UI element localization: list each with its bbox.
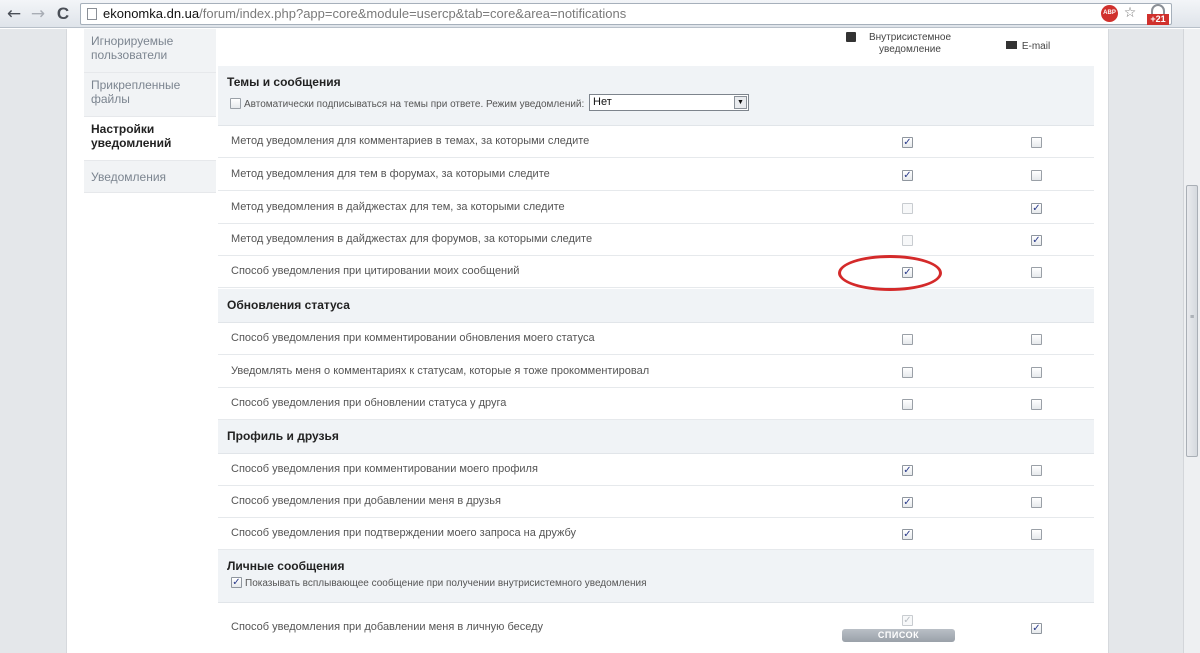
email-checkbox[interactable] — [1031, 170, 1042, 181]
row-label: Способ уведомления при добавлении меня в… — [231, 621, 544, 633]
table-row: Способ уведомления при добавлении меня в… — [218, 603, 1094, 653]
email-checkbox[interactable] — [1031, 399, 1042, 410]
table-row: Метод уведомления в дайджестах для тем, … — [218, 192, 1094, 224]
browser-toolbar: ← → C ekonomka.dn.ua/forum/index.php?app… — [0, 0, 1200, 28]
sidebar-item-label: Прикрепленные файлы — [91, 78, 181, 106]
row-label: Уведомлять меня о комментариях к статуса… — [231, 365, 650, 377]
row-label: Метод уведомления для комментариев в тем… — [231, 135, 590, 147]
section-title: Темы и сообщения — [227, 75, 341, 89]
email-checkbox[interactable] — [1031, 465, 1042, 476]
usercp-sidebar: Игнорируемые пользователи Прикрепленные … — [84, 29, 216, 193]
inline-checkbox[interactable]: ✓ — [902, 465, 913, 476]
email-checkbox[interactable] — [1031, 137, 1042, 148]
email-checkbox[interactable]: ✓ — [1031, 235, 1042, 246]
sidebar-item-label: Уведомления — [91, 170, 167, 184]
url-path: /forum/index.php?app=core&module=usercp&… — [199, 6, 627, 21]
section-private-messages: Личные сообщения ✓ Показывать всплывающее… — [218, 550, 1094, 603]
sidebar-item-notification-settings[interactable]: Настройки уведомлений — [84, 117, 216, 161]
reload-icon[interactable]: C — [52, 3, 74, 25]
email-checkbox[interactable] — [1031, 497, 1042, 508]
page-content: Игнорируемые пользователи Прикрепленные … — [66, 29, 1109, 653]
forward-arrow-icon[interactable]: → — [27, 3, 49, 25]
table-row: Способ уведомления при обновлении статус… — [218, 388, 1094, 420]
scrollbar[interactable]: ≡ — [1183, 29, 1200, 653]
star-icon[interactable]: ☆ — [1120, 3, 1140, 23]
row-label: Способ уведомления при обновлении статус… — [231, 397, 507, 409]
auto-subscribe-option: Автоматически подписываться на темы при … — [230, 98, 584, 110]
inline-checkbox[interactable]: ✓ — [902, 497, 913, 508]
table-row: Способ уведомления при комментировании о… — [218, 323, 1094, 355]
notification-mode-select[interactable]: Нет ▼ — [589, 94, 749, 111]
popup-checkbox[interactable]: ✓ — [231, 577, 242, 588]
table-row: Способ уведомления при подтверждении мое… — [218, 518, 1094, 550]
page-icon — [87, 8, 97, 20]
table-row: Способ уведомления при цитировании моих … — [218, 256, 1094, 288]
row-label: Способ уведомления при комментировании о… — [231, 332, 595, 344]
auto-subscribe-checkbox[interactable] — [230, 98, 241, 109]
inline-checkbox[interactable] — [902, 235, 913, 246]
section-title: Профиль и друзья — [227, 429, 339, 443]
extension-icon[interactable]: +21 — [1147, 3, 1169, 25]
section-topics-posts: Темы и сообщения Автоматически подписыва… — [218, 66, 1094, 126]
inline-checkbox[interactable]: ✓ — [902, 137, 913, 148]
inline-checkbox[interactable]: ✓ — [902, 529, 913, 540]
inline-checkbox[interactable] — [902, 399, 913, 410]
email-checkbox[interactable]: ✓ — [1031, 203, 1042, 214]
sidebar-item-notifications[interactable]: Уведомления — [84, 161, 216, 193]
row-label: Способ уведомления при цитировании моих … — [231, 265, 520, 277]
section-title: Обновления статуса — [227, 298, 350, 312]
back-arrow-icon[interactable]: ← — [3, 3, 25, 25]
section-status-updates: Обновления статуса — [218, 289, 1094, 323]
table-row: Метод уведомления для комментариев в тем… — [218, 126, 1094, 158]
email-checkbox[interactable] — [1031, 367, 1042, 378]
sidebar-item-label: Игнорируемые пользователи — [91, 34, 174, 62]
inline-notification-icon — [846, 32, 856, 42]
inline-checkbox[interactable]: ✓ — [902, 615, 913, 626]
table-row: Метод уведомления в дайджестах для форум… — [218, 224, 1094, 256]
row-label: Метод уведомления для тем в форумах, за … — [231, 168, 550, 180]
column-header-email: E-mail — [978, 41, 1078, 53]
inline-checkbox[interactable]: ✓ — [902, 267, 913, 278]
list-button[interactable]: СПИСОК — [842, 629, 955, 642]
adblock-icon[interactable]: ABP — [1101, 5, 1118, 22]
row-label: Метод уведомления в дайджестах для тем, … — [231, 201, 565, 213]
inline-checkbox[interactable] — [902, 203, 913, 214]
extension-badge: +21 — [1147, 14, 1169, 25]
sidebar-item-ignored-users[interactable]: Игнорируемые пользователи — [84, 29, 216, 73]
address-bar[interactable]: ekonomka.dn.ua/forum/index.php?app=core&… — [80, 3, 1172, 25]
auto-subscribe-label: Автоматически подписываться на темы при … — [244, 99, 585, 110]
inline-checkbox[interactable]: ✓ — [902, 170, 913, 181]
page-viewport: Игнорируемые пользователи Прикрепленные … — [0, 29, 1183, 653]
row-label: Способ уведомления при подтверждении мое… — [231, 527, 577, 539]
inline-checkbox[interactable] — [902, 367, 913, 378]
url-host: ekonomka.dn.ua — [103, 6, 200, 21]
table-row: Уведомлять меня о комментариях к статуса… — [218, 356, 1094, 388]
email-checkbox[interactable] — [1031, 267, 1042, 278]
row-label: Метод уведомления в дайджестах для форум… — [231, 233, 593, 245]
popup-option: ✓ Показывать всплывающее сообщение при по… — [231, 577, 647, 589]
mail-icon — [1005, 41, 1017, 49]
sidebar-item-attachments[interactable]: Прикрепленные файлы — [84, 73, 216, 117]
column-header-inline: Внутрисистемное уведомление — [828, 32, 978, 56]
table-row: Способ уведомления при добавлении меня в… — [218, 486, 1094, 518]
inline-checkbox[interactable] — [902, 334, 913, 345]
scrollbar-thumb[interactable]: ≡ — [1186, 185, 1198, 457]
table-row: Метод уведомления для тем в форумах, за … — [218, 159, 1094, 191]
email-checkbox[interactable] — [1031, 334, 1042, 345]
section-profile-friends: Профиль и друзья — [218, 420, 1094, 454]
email-checkbox[interactable]: ✓ — [1031, 623, 1042, 634]
row-label: Способ уведомления при комментировании м… — [231, 463, 538, 475]
chevron-down-icon: ▼ — [734, 96, 747, 109]
table-row: Способ уведомления при комментировании м… — [218, 454, 1094, 486]
popup-label: Показывать всплывающее сообщение при пол… — [245, 578, 647, 589]
email-checkbox[interactable] — [1031, 529, 1042, 540]
sidebar-item-label: Настройки уведомлений — [91, 122, 172, 150]
row-label: Способ уведомления при добавлении меня в… — [231, 495, 501, 507]
section-title: Личные сообщения — [227, 559, 345, 573]
